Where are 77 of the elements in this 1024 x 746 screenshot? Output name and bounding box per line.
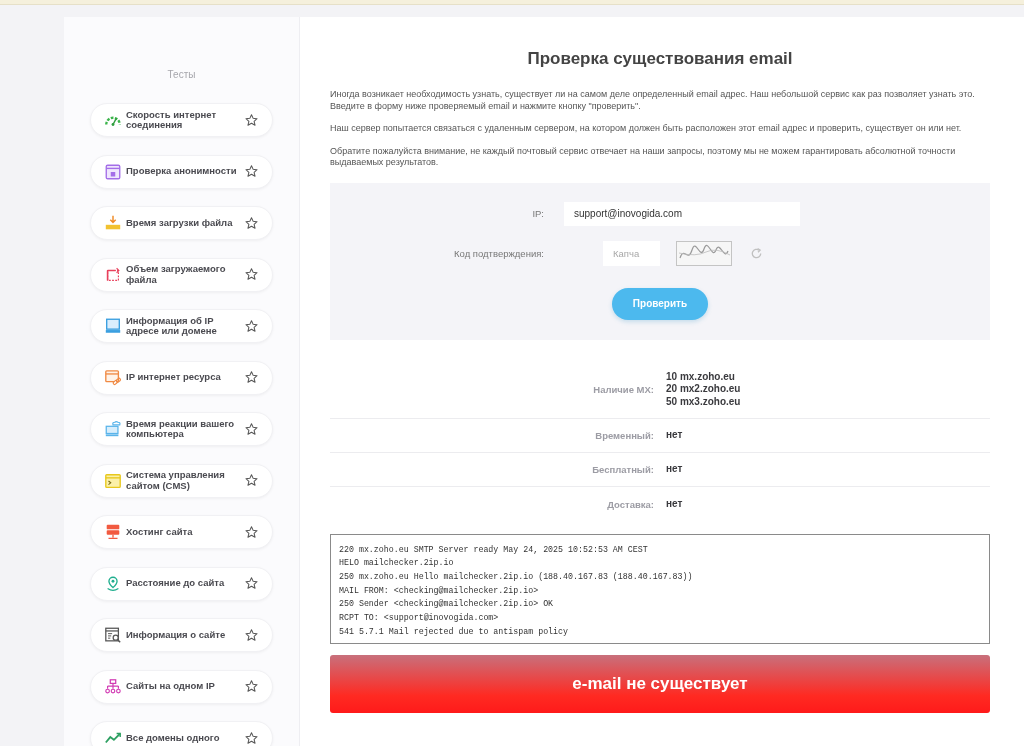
star-icon[interactable] xyxy=(245,113,258,127)
log-line: 250 mx.zoho.eu Hello mailchecker.2ip.io (188.40.167.83 (188.40.167.83)) xyxy=(339,570,693,583)
dashed-frame-icon xyxy=(104,265,122,284)
star-icon[interactable] xyxy=(245,577,258,590)
network-tree-icon xyxy=(104,677,122,696)
sidebar-item[interactable]: IP интернет ресурса xyxy=(90,360,273,395)
sidebar-item-label: IP интернет ресурса xyxy=(126,372,222,383)
captcha-field[interactable]: Капча xyxy=(603,240,660,266)
result-label: Доставка: xyxy=(607,498,654,510)
sidebar-item-label: Объем загружаемого файла xyxy=(126,264,227,285)
sidebar-item-label: Скорость интернет соединения xyxy=(126,109,218,131)
sidebar-item[interactable]: Информация об IP адресе или домене xyxy=(90,309,273,343)
intro-paragraph: Наш сервер попытается связаться с удаленным сервером, на котором должен быть расположен этот email адрес и проверить, существует он или нет. xyxy=(330,123,963,135)
sidebar-item[interactable]: Расстояние до сайта xyxy=(90,566,273,601)
field-label: IP: xyxy=(532,208,544,219)
sidebar-item-label: Проверка анонимности xyxy=(126,166,238,177)
sidebar-item[interactable]: Проверка анонимности xyxy=(90,154,273,189)
terminal-icon xyxy=(104,471,122,490)
result-value: нет xyxy=(666,497,683,511)
intro-paragraph: Обратите пожалуйста внимание, не каждый почтовый сервис отвечает на наши запросы, поэтому мы не можем гарантировать абсолютной точности выдаваемых результатов. xyxy=(330,145,957,169)
log-line: 541 5.7.1 Mail rejected due to antispam policy xyxy=(339,625,569,638)
sidebar-item[interactable]: Время загрузки файла xyxy=(90,206,273,240)
page-title: Проверка существования email xyxy=(526,49,794,68)
log-line: 220 mx.zoho.eu SMTP Server ready May 24, 2025 10:52:53 AM CEST xyxy=(339,543,648,556)
star-icon[interactable] xyxy=(245,474,258,487)
result-value: 50 mx3.zoho.eu xyxy=(666,395,741,409)
monitor-cloud-icon xyxy=(104,420,122,438)
result-value: нет xyxy=(666,428,683,442)
sidebar-item-label: Информация об IP адресе или домене xyxy=(126,315,218,337)
sidebar-item[interactable]: Скорость интернет соединения xyxy=(90,103,273,137)
document-search-icon xyxy=(104,626,122,644)
sidebar-item[interactable]: Система управления сайтом (CMS) xyxy=(90,463,273,498)
log-line: MAIL FROM: <checking@mailchecker.2ip.io> xyxy=(339,584,539,597)
result-value: нет xyxy=(666,462,683,476)
sidebar-item[interactable]: Информация о сайте xyxy=(90,618,273,652)
sidebar-title: Тесты xyxy=(167,69,196,81)
monitor-icon xyxy=(104,317,122,335)
result-value: 20 mx2.zoho.eu xyxy=(666,383,741,396)
browser-link-icon xyxy=(104,368,122,387)
star-icon[interactable] xyxy=(245,371,258,384)
captcha-image xyxy=(676,240,732,266)
sidebar-item[interactable]: Все домены одного xyxy=(90,721,273,746)
sidebar-item[interactable]: Хостинг сайта xyxy=(90,515,273,549)
intro-paragraph: Иногда возникает необходимость узнать, существует ли на самом деле определенный email адрес. Наш небольшой сервис как раз позволяет узнать это. Введите в форму ниже проверяемый email и нажмите кнопку "проверить". xyxy=(330,89,976,112)
sidebar-item-label: Информация о сайте xyxy=(126,629,227,641)
sidebar-item-label: Время загрузки файла xyxy=(126,217,234,229)
star-icon[interactable] xyxy=(245,268,258,281)
result-label: Наличие MX: xyxy=(593,384,654,395)
sidebar-item-label: Все домены одного xyxy=(126,732,221,744)
star-icon[interactable] xyxy=(245,319,258,333)
result-label: Бесплатный: xyxy=(592,463,654,475)
star-icon[interactable] xyxy=(245,216,258,230)
server-icon xyxy=(104,523,122,541)
star-icon[interactable] xyxy=(245,731,258,745)
browser-window-icon xyxy=(104,162,122,181)
email-field[interactable]: support@inovogida.com xyxy=(564,201,800,226)
sidebar-item-label: Хостинг сайта xyxy=(126,526,194,538)
sidebar-item-label: Сайты на одном IP xyxy=(126,681,216,692)
sidebar-item-label: Расстояние до сайта xyxy=(126,578,226,589)
result-label: Временный: xyxy=(595,429,654,441)
star-icon[interactable] xyxy=(245,165,258,178)
download-icon xyxy=(104,214,122,232)
sidebar-item[interactable]: Время реакции вашего компьютера xyxy=(90,412,273,446)
sidebar-item[interactable]: Сайты на одном IP xyxy=(90,669,273,704)
field-label: Код подтверждения: xyxy=(454,247,544,259)
log-line: HELO mailchecker.2ip.io xyxy=(339,557,454,570)
star-icon[interactable] xyxy=(245,628,258,642)
result-banner-text: e-mail не существует xyxy=(572,673,748,694)
sidebar-item-label: Система управления сайтом (CMS) xyxy=(126,470,226,491)
result-value: 10 mx.zoho.eu xyxy=(666,370,736,384)
sidebar-item[interactable]: Объем загружаемого файла xyxy=(90,257,273,292)
sidebar-item-label: Время реакции вашего компьютера xyxy=(126,418,236,440)
log-line: RCPT TO: <support@inovogida.com> xyxy=(339,612,499,624)
star-icon[interactable] xyxy=(245,680,258,693)
log-line: 250 Sender <checking@mailchecker.2ip.io> OK xyxy=(339,598,554,611)
star-icon[interactable] xyxy=(245,525,258,539)
star-icon[interactable] xyxy=(245,422,258,436)
